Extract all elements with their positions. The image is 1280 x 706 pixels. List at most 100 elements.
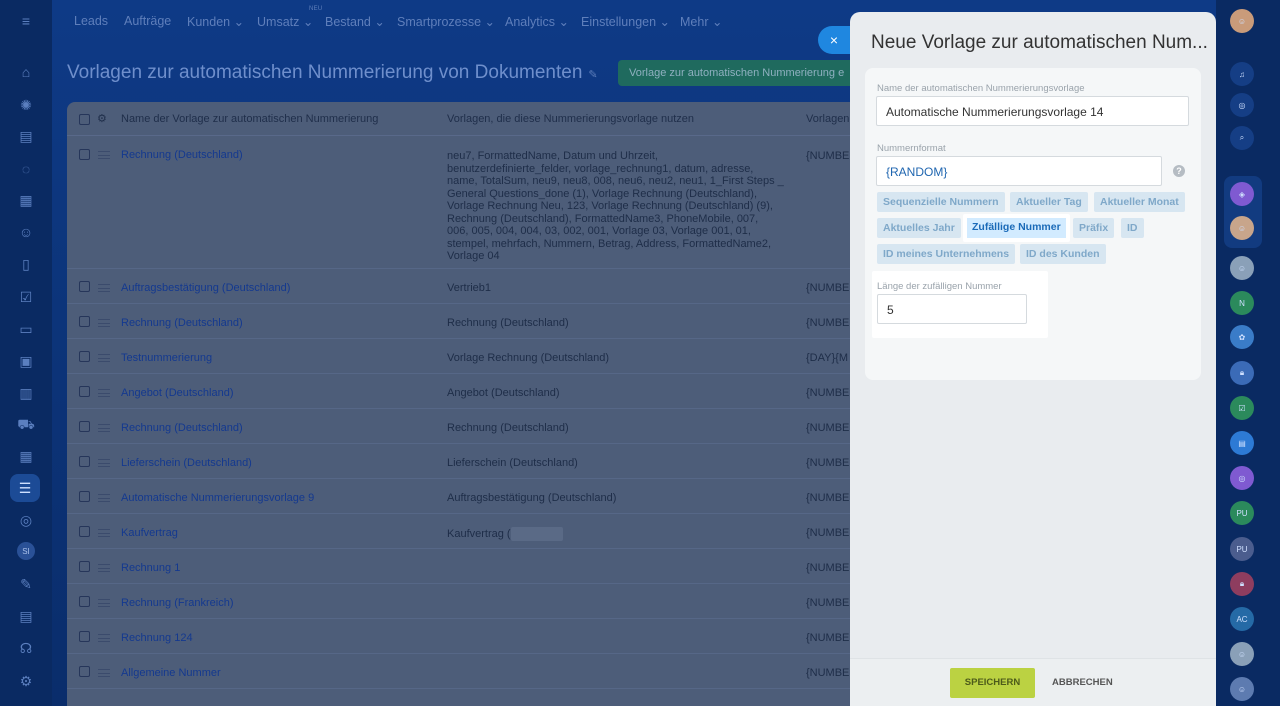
row-name-link[interactable]: Auftragsbestätigung (Deutschland) (121, 282, 290, 294)
invoice-icon[interactable]: ▤ (16, 606, 36, 626)
group-avatar-2[interactable]: ☺ (1230, 642, 1254, 666)
goals-icon[interactable]: ◎ (16, 510, 36, 530)
calendar-icon[interactable]: ▦ (16, 190, 36, 210)
signature-icon[interactable]: ✎ (16, 574, 36, 594)
user-avatar[interactable]: ☺ (1230, 216, 1254, 240)
home-icon[interactable]: ⌂ (16, 62, 36, 82)
row-checkbox[interactable] (79, 561, 90, 572)
lock-avatar-2[interactable]: 🔒︎ (1230, 572, 1254, 596)
save-button[interactable]: SPEICHERN (950, 668, 1035, 698)
help-icon[interactable]: ? (1173, 165, 1185, 177)
add-template-button[interactable]: Vorlage zur automatischen Nummerierung e (618, 60, 858, 86)
bot-avatar[interactable]: ◈ (1230, 182, 1254, 206)
row-name-link[interactable]: Rechnung (Deutschland) (121, 422, 243, 434)
chat-avatar-n[interactable]: N (1230, 291, 1254, 315)
table-row[interactable]: Rechnung (Frankreich) {NUMBE (67, 584, 867, 619)
analytics-icon[interactable]: ▥ (16, 383, 36, 403)
spiral-avatar[interactable]: ◎ (1230, 466, 1254, 490)
row-name-link[interactable]: Automatische Nummerierungsvorlage 9 (121, 492, 314, 504)
contacts-icon[interactable]: ☺ (16, 222, 36, 242)
nav-bestand[interactable]: Bestand ⌄ (325, 14, 385, 29)
table-row[interactable]: Testnummerierung Vorlage Rechnung (Deuts… (67, 339, 867, 374)
nav-kunden[interactable]: Kunden ⌄ (187, 14, 244, 29)
settings-gear-icon[interactable]: ⚙ (97, 112, 107, 125)
number-format-input[interactable]: {RANDOM} (876, 156, 1162, 186)
planner-icon[interactable]: ▦ (16, 446, 36, 466)
table-row[interactable]: Rechnung 124 {NUMBE (67, 619, 867, 654)
tag-prefix[interactable]: Präfix (1073, 218, 1115, 238)
row-menu-icon[interactable] (98, 494, 110, 502)
template-name-input[interactable]: Automatische Nummerierungsvorlage 14 (876, 96, 1189, 126)
select-all-checkbox[interactable] (79, 114, 90, 125)
nav-auftraege[interactable]: Aufträge (124, 14, 171, 28)
nav-mehr[interactable]: Mehr ⌄ (680, 14, 722, 29)
header-name[interactable]: Name der Vorlage zur automatischen Numme… (121, 113, 378, 125)
row-name-link[interactable]: Rechnung (Deutschland) (121, 149, 243, 161)
table-row[interactable]: Lieferschein (Deutschland) Lieferschein … (67, 444, 867, 479)
table-row[interactable]: Auftragsbestätigung (Deutschland) Vertri… (67, 269, 867, 304)
row-menu-icon[interactable] (98, 529, 110, 537)
user-profile-avatar[interactable]: ☺ (1230, 9, 1254, 33)
row-name-link[interactable]: Rechnung 1 (121, 562, 180, 574)
table-row[interactable]: Kaufvertrag Kaufvertrag ( {NUMBE (67, 514, 867, 549)
cancel-button[interactable]: ABBRECHEN (1052, 668, 1113, 698)
tag-current-year[interactable]: Aktuelles Jahr (877, 218, 961, 238)
row-name-link[interactable]: Rechnung 124 (121, 632, 193, 644)
task-avatar[interactable]: ☑ (1230, 396, 1254, 420)
row-menu-icon[interactable] (98, 459, 110, 467)
header-uses[interactable]: Vorlagen, die diese Nummerierungsvorlage… (447, 113, 694, 125)
table-row[interactable]: Rechnung (Deutschland) Rechnung (Deutsch… (67, 304, 867, 339)
row-name-link[interactable]: Kaufvertrag (121, 527, 178, 539)
nav-analytics[interactable]: Analytics ⌄ (505, 14, 569, 29)
row-menu-icon[interactable] (98, 284, 110, 292)
row-checkbox[interactable] (79, 386, 90, 397)
notifications-icon[interactable]: ♫ (1230, 62, 1254, 86)
nav-leads[interactable]: Leads (74, 14, 108, 28)
table-row[interactable]: Rechnung (Deutschland) Rechnung (Deutsch… (67, 409, 867, 444)
row-name-link[interactable]: Rechnung (Frankreich) (121, 597, 234, 609)
shop-icon[interactable]: ⛟ (16, 415, 36, 435)
random-length-input[interactable]: 5 (877, 294, 1027, 324)
group-avatar[interactable]: ☺ (1230, 256, 1254, 280)
row-menu-icon[interactable] (98, 151, 110, 159)
row-menu-icon[interactable] (98, 669, 110, 677)
row-menu-icon[interactable] (98, 599, 110, 607)
documents-icon[interactable]: ▯ (16, 254, 36, 274)
row-checkbox[interactable] (79, 456, 90, 467)
automation-icon[interactable]: ☰ (10, 474, 40, 502)
copilot-icon[interactable]: ◎ (1230, 93, 1254, 117)
row-checkbox[interactable] (79, 491, 90, 502)
chat-avatar-pu-2[interactable]: PU (1230, 537, 1254, 561)
tag-random-number[interactable]: Zufällige Nummer (963, 214, 1070, 242)
hamburger-icon[interactable]: ≡ (16, 11, 36, 31)
chat-avatar-group[interactable]: ✿ (1230, 325, 1254, 349)
row-menu-icon[interactable] (98, 564, 110, 572)
row-menu-icon[interactable] (98, 389, 110, 397)
chat-avatar-pu[interactable]: PU (1230, 501, 1254, 525)
row-name-link[interactable]: Testnummerierung (121, 352, 212, 364)
feed-icon[interactable]: ▤ (16, 126, 36, 146)
edit-title-icon[interactable]: ✎ (588, 69, 597, 81)
tag-current-month[interactable]: Aktueller Monat (1094, 192, 1185, 212)
nav-smartprozesse[interactable]: Smartprozesse ⌄ (397, 14, 495, 29)
message-avatar[interactable]: ▤ (1230, 431, 1254, 455)
tasks-icon[interactable]: ☑ (16, 287, 36, 307)
tag-sequential-numbers[interactable]: Sequenzielle Nummern (877, 192, 1005, 212)
tag-customer-id[interactable]: ID des Kunden (1020, 244, 1106, 264)
table-row[interactable]: Allgemeine Nummer {NUMBE (67, 654, 867, 689)
row-menu-icon[interactable] (98, 319, 110, 327)
row-name-link[interactable]: Allgemeine Nummer (121, 667, 221, 679)
support-icon[interactable]: ☊ (16, 638, 36, 658)
row-checkbox[interactable] (79, 421, 90, 432)
table-row[interactable]: Rechnung 1 {NUMBE (67, 549, 867, 584)
row-checkbox[interactable] (79, 666, 90, 677)
search-icon[interactable]: ⌕ (1230, 126, 1254, 150)
row-name-link[interactable]: Angebot (Deutschland) (121, 387, 234, 399)
activity-icon[interactable]: ✺ (16, 95, 36, 115)
chat-avatar-ac[interactable]: AC (1230, 607, 1254, 631)
table-row[interactable]: Automatische Nummerierungsvorlage 9 Auft… (67, 479, 867, 514)
header-format[interactable]: Vorlagen (806, 113, 849, 125)
row-checkbox[interactable] (79, 316, 90, 327)
row-checkbox[interactable] (79, 631, 90, 642)
row-menu-icon[interactable] (98, 424, 110, 432)
